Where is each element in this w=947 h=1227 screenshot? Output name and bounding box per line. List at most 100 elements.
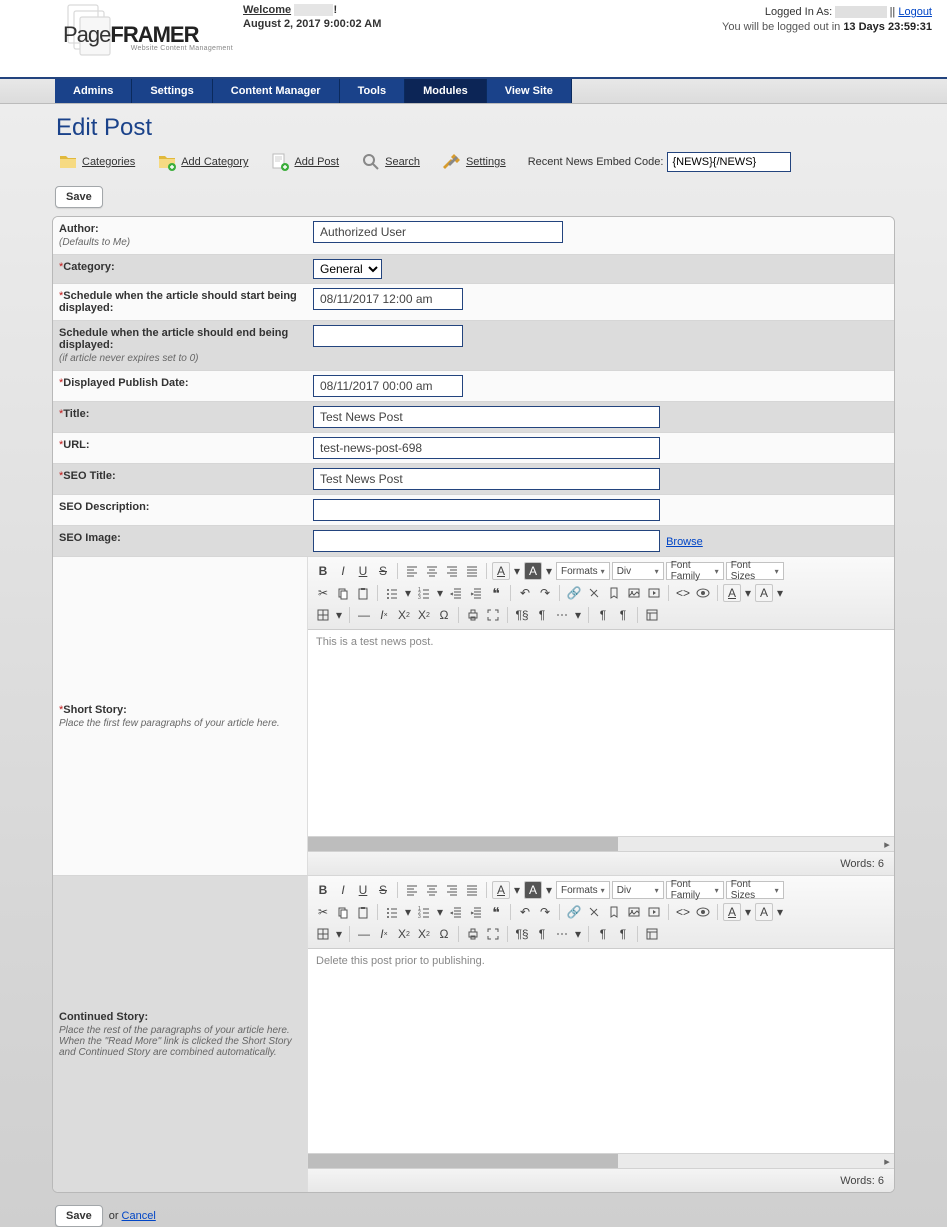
textcolor2-icon[interactable]: A [723,584,741,602]
table-icon[interactable] [314,606,332,624]
bullet-list-icon[interactable] [383,903,401,921]
textcolor2-caret-icon[interactable]: ▾ [743,903,753,921]
bgcolor2-caret-icon[interactable]: ▾ [775,584,785,602]
justify-icon[interactable] [463,562,481,580]
ltr-icon[interactable]: ¶ [594,925,612,943]
continued-story-body[interactable]: Delete this post prior to publishing. [308,949,894,1153]
embed-code-input[interactable] [667,152,791,172]
code-icon[interactable]: <> [674,903,692,921]
table-icon[interactable] [314,925,332,943]
backcolor-icon[interactable]: A [524,881,542,899]
bold-icon[interactable]: B [314,881,332,899]
align-center-icon[interactable] [423,881,441,899]
browse-link[interactable]: Browse [666,536,703,548]
number-list-icon[interactable]: 123 [415,584,433,602]
table-caret-icon[interactable]: ▾ [334,925,344,943]
seo-title-input[interactable] [313,468,660,490]
formats-dropdown[interactable]: Formats▾ [556,562,610,580]
formats-dropdown[interactable]: Formats▾ [556,881,610,899]
align-left-icon[interactable] [403,562,421,580]
outdent-icon[interactable] [447,903,465,921]
textcolor2-caret-icon[interactable]: ▾ [743,584,753,602]
image-icon[interactable] [625,584,643,602]
pagebreak-caret-icon[interactable]: ▾ [573,606,583,624]
underline-icon[interactable]: U [354,562,372,580]
pagebreak-icon[interactable] [553,925,571,943]
subscript-icon[interactable]: X2 [395,606,413,624]
media-icon[interactable] [645,584,663,602]
add-post-tool[interactable]: Add Post [270,152,339,172]
forecolor-caret-icon[interactable]: ▾ [512,562,522,580]
align-right-icon[interactable] [443,881,461,899]
fullscreen-icon[interactable] [484,606,502,624]
forecolor-icon[interactable]: A [492,562,510,580]
number-list-caret-icon[interactable]: ▾ [435,903,445,921]
bgcolor2-caret-icon[interactable]: ▾ [775,903,785,921]
publish-date-input[interactable] [313,375,463,397]
rtl-icon[interactable]: ¶ [614,606,632,624]
settings-tool[interactable]: Settings [442,152,506,172]
categories-tool[interactable]: Categories [58,152,135,172]
unlink-icon[interactable] [585,903,603,921]
add-category-tool[interactable]: Add Category [157,152,248,172]
category-select[interactable]: General [313,259,382,279]
bullet-list-icon[interactable] [383,584,401,602]
blockquote-icon[interactable]: ❝ [487,903,505,921]
italic-icon[interactable]: I [334,562,352,580]
show-blocks-icon[interactable]: ¶§ [513,606,531,624]
tab-modules[interactable]: Modules [405,79,487,103]
backcolor-icon[interactable]: A [524,562,542,580]
media-icon[interactable] [645,903,663,921]
paste-icon[interactable] [354,584,372,602]
rtl-icon[interactable]: ¶ [614,925,632,943]
nonbreaking-icon[interactable]: ¶ [533,606,551,624]
tab-admins[interactable]: Admins [55,79,132,103]
outdent-icon[interactable] [447,584,465,602]
font-family-dropdown[interactable]: Font Family▾ [666,881,724,899]
unlink-icon[interactable] [585,584,603,602]
copy-icon[interactable] [334,584,352,602]
superscript-icon[interactable]: X2 [415,606,433,624]
image-icon[interactable] [625,903,643,921]
font-family-dropdown[interactable]: Font Family▾ [666,562,724,580]
blockquote-icon[interactable]: ❝ [487,584,505,602]
strike-icon[interactable]: S [374,562,392,580]
number-list-caret-icon[interactable]: ▾ [435,584,445,602]
clear-format-icon[interactable]: I× [375,606,393,624]
strike-icon[interactable]: S [374,881,392,899]
editor-scrollbar[interactable]: ▸ [308,1153,894,1168]
fullscreen-icon[interactable] [484,925,502,943]
schedule-start-input[interactable] [313,288,463,310]
tab-settings[interactable]: Settings [132,79,212,103]
code-icon[interactable]: <> [674,584,692,602]
template-icon[interactable] [643,606,661,624]
nonbreaking-icon[interactable]: ¶ [533,925,551,943]
hr-icon[interactable]: — [355,925,373,943]
indent-icon[interactable] [467,903,485,921]
indent-icon[interactable] [467,584,485,602]
textcolor2-icon[interactable]: A [723,903,741,921]
seo-desc-input[interactable] [313,499,660,521]
tab-content-manager[interactable]: Content Manager [213,79,340,103]
font-sizes-dropdown[interactable]: Font Sizes▾ [726,881,784,899]
special-char-icon[interactable]: Ω [435,925,453,943]
block-format-dropdown[interactable]: Div▾ [612,562,664,580]
link-icon[interactable]: 🔗 [565,584,583,602]
ltr-icon[interactable]: ¶ [594,606,612,624]
number-list-icon[interactable]: 123 [415,903,433,921]
search-tool[interactable]: Search [361,152,420,172]
clear-format-icon[interactable]: I× [375,925,393,943]
preview-icon[interactable] [694,584,712,602]
cut-icon[interactable]: ✂ [314,584,332,602]
short-story-body[interactable]: This is a test news post. [308,630,894,836]
logout-link[interactable]: Logout [898,6,932,18]
seo-image-input[interactable] [313,530,660,552]
bookmark-icon[interactable] [605,584,623,602]
schedule-end-input[interactable] [313,325,463,347]
block-format-dropdown[interactable]: Div▾ [612,881,664,899]
italic-icon[interactable]: I [334,881,352,899]
align-left-icon[interactable] [403,881,421,899]
pagebreak-caret-icon[interactable]: ▾ [573,925,583,943]
link-icon[interactable]: 🔗 [565,903,583,921]
backcolor-caret-icon[interactable]: ▾ [544,881,554,899]
